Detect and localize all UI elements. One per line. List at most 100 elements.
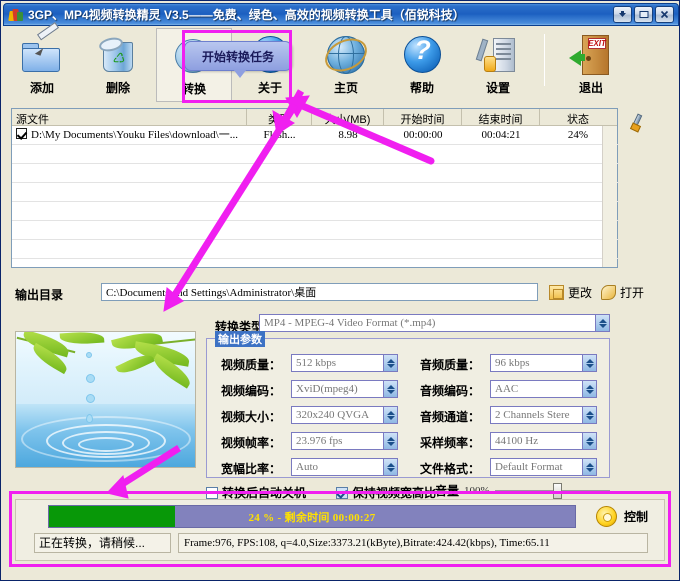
select-audio-quality[interactable]: 96 kbps xyxy=(490,354,597,372)
convert-tooltip: 开始转换任务 xyxy=(184,41,292,78)
window-controls xyxy=(613,6,676,23)
label-aspect-ratio: 宽幅比率： xyxy=(221,461,282,476)
value-audio-codec: AAC xyxy=(495,383,519,395)
select-video-quality[interactable]: 512 kbps xyxy=(291,354,398,372)
maximize-button[interactable] xyxy=(634,6,653,23)
tools-wrench-icon[interactable] xyxy=(629,113,647,133)
toolbar-button-exit[interactable]: EXIT 退出 xyxy=(553,28,629,102)
preview-image xyxy=(15,331,196,468)
toolbar-label-about: 关于 xyxy=(257,81,282,95)
toolbar-label-exit: 退出 xyxy=(578,81,603,95)
volume-value: 100% xyxy=(464,484,490,497)
volume-slider-thumb[interactable] xyxy=(552,482,562,499)
open-folder-icon xyxy=(601,285,616,300)
audio-codec-spinner-icon[interactable] xyxy=(582,381,596,397)
select-sample-rate[interactable]: 44100 Hz xyxy=(490,432,597,450)
column-header-status[interactable]: 状态 xyxy=(540,109,616,126)
minimize-button[interactable] xyxy=(613,6,632,23)
label-audio-codec: 音频编码： xyxy=(420,383,481,398)
toolbar-label-delete: 删除 xyxy=(105,81,130,95)
file-list[interactable]: 源文件 类型 大小(MB) 开始时间 结束时间 状态 D:\My Documen… xyxy=(11,108,619,268)
volume-control: 音量 100% xyxy=(435,482,610,499)
audio-quality-spinner-icon[interactable] xyxy=(582,355,596,371)
video-codec-spinner-icon[interactable] xyxy=(383,381,397,397)
video-framerate-spinner-icon[interactable] xyxy=(383,433,397,449)
application-window: 3GP、MP4视频转换精灵 V3.5——免费、绿色、高效的视频转换工具（佰锐科技… xyxy=(0,0,680,581)
toolbar-label-convert: 转换 xyxy=(181,82,206,96)
label-video-quality: 视频质量： xyxy=(221,357,282,372)
gear-icon xyxy=(596,506,617,527)
toolbar-separator xyxy=(544,34,545,86)
aspect-ratio-spinner-icon[interactable] xyxy=(383,459,397,475)
select-audio-channels[interactable]: 2 Channels Stere xyxy=(490,406,597,424)
column-header-start[interactable]: 开始时间 xyxy=(384,109,462,126)
convert-type-select[interactable]: MP4 - MPEG-4 Video Format (*.mp4) xyxy=(259,314,610,332)
label-audio-channels: 音频通道： xyxy=(420,409,481,424)
question-icon: ? xyxy=(399,32,445,78)
audio-channels-spinner-icon[interactable] xyxy=(582,407,596,423)
video-quality-spinner-icon[interactable] xyxy=(383,355,397,371)
file-list-gridlines xyxy=(12,126,619,268)
column-header-source[interactable]: 源文件 xyxy=(12,109,247,126)
change-dir-button[interactable]: 更改 xyxy=(549,284,592,301)
progress-bar-text: 24 % - 剩余时间 00:00:27 xyxy=(248,511,376,524)
toolbar-label-settings: 设置 xyxy=(485,81,510,95)
open-dir-button[interactable]: 打开 xyxy=(601,284,644,301)
control-button-label: 控制 xyxy=(624,510,649,524)
select-video-size[interactable]: 320x240 QVGA xyxy=(291,406,398,424)
toolbar-label-add: 添加 xyxy=(29,81,54,95)
video-size-spinner-icon[interactable] xyxy=(383,407,397,423)
add-folder-icon xyxy=(19,22,65,78)
control-button[interactable]: 控制 xyxy=(596,506,648,527)
convert-type-value: MP4 - MPEG-4 Video Format (*.mp4) xyxy=(264,317,436,329)
toolbar-button-homepage[interactable]: 主页 xyxy=(308,28,384,102)
file-list-side-panel xyxy=(621,108,671,268)
sample-rate-spinner-icon[interactable] xyxy=(582,433,596,449)
change-folder-icon xyxy=(549,285,564,300)
select-file-format[interactable]: Default Format xyxy=(490,458,597,476)
auto-shutdown-checkbox-box[interactable] xyxy=(206,486,218,499)
select-aspect-ratio[interactable]: Auto xyxy=(291,458,398,476)
select-video-codec[interactable]: XviD(mpeg4) xyxy=(291,380,398,398)
column-header-end[interactable]: 结束时间 xyxy=(462,109,540,126)
encoding-detail-text: Frame:976, FPS:108, q=4.0,Size:3373.21(k… xyxy=(178,533,648,553)
volume-label: 音量 xyxy=(435,484,460,498)
toolbar-label-help: 帮助 xyxy=(409,81,434,95)
close-button[interactable] xyxy=(655,6,674,23)
file-list-header: 源文件 类型 大小(MB) 开始时间 结束时间 状态 xyxy=(12,109,617,126)
exit-door-icon: EXIT xyxy=(568,32,614,78)
status-text: 正在转换，请稍候... xyxy=(34,533,171,553)
select-video-framerate[interactable]: 23.976 fps xyxy=(291,432,398,450)
globe-icon xyxy=(319,32,373,78)
label-video-codec: 视频编码： xyxy=(221,383,282,398)
volume-slider[interactable] xyxy=(494,482,610,499)
output-params-group: 视频质量： 512 kbps 视频编码： XviD(mpeg4) 视频大小： 3… xyxy=(206,338,610,478)
settings-tower-icon xyxy=(475,32,521,78)
label-file-format: 文件格式： xyxy=(420,461,481,476)
column-header-type[interactable]: 类型 xyxy=(247,109,312,126)
toolbar-button-help[interactable]: ? 帮助 xyxy=(384,28,460,102)
value-audio-channels: 2 Channels Stere xyxy=(495,409,570,421)
row-checkbox[interactable] xyxy=(16,128,27,139)
value-video-size: 320x240 QVGA xyxy=(296,409,370,421)
output-dir-input[interactable]: C:\Documents and Settings\Administrator\… xyxy=(101,283,538,301)
value-video-codec: XviD(mpeg4) xyxy=(296,383,358,395)
column-header-size[interactable]: 大小(MB) xyxy=(312,109,384,126)
file-list-scrollbar[interactable] xyxy=(602,126,617,267)
progress-bar: 24 % - 剩余时间 00:00:27 xyxy=(48,505,576,528)
toolbar-button-settings[interactable]: 设置 xyxy=(460,28,536,102)
main-toolbar: 添加 ♺ 删除 转换 i 关于 主页 xyxy=(4,22,678,104)
toolbar-label-homepage: 主页 xyxy=(333,81,358,95)
keep-aspect-checkbox-box[interactable] xyxy=(336,486,348,499)
value-file-format: Default Format xyxy=(495,461,563,473)
select-audio-codec[interactable]: AAC xyxy=(490,380,597,398)
toolbar-button-add[interactable]: 添加 xyxy=(4,22,80,102)
open-dir-label: 打开 xyxy=(620,286,645,300)
label-sample-rate: 采样频率： xyxy=(420,435,481,450)
label-audio-quality: 音频质量： xyxy=(420,357,481,372)
toolbar-button-delete[interactable]: ♺ 删除 xyxy=(80,28,156,102)
label-video-size: 视频大小： xyxy=(221,409,282,424)
value-aspect-ratio: Auto xyxy=(296,461,318,473)
convert-type-spinner-icon[interactable] xyxy=(595,315,609,331)
file-format-spinner-icon[interactable] xyxy=(582,459,596,475)
